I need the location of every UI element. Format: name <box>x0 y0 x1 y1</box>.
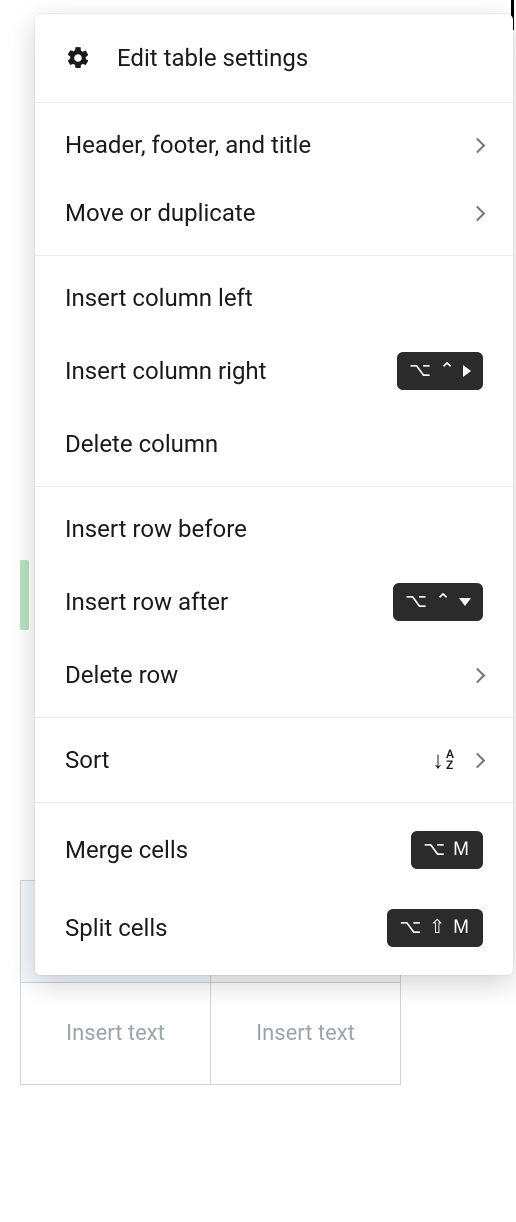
placeholder-text: Insert text <box>256 1021 355 1046</box>
menu-item-merge-cells[interactable]: Merge cells ⌥ M <box>35 811 513 889</box>
menu-item-label: Delete column <box>65 430 218 458</box>
menu-item-label: Header, footer, and title <box>65 131 311 159</box>
option-key-icon: ⌥ <box>423 838 447 861</box>
option-key-icon: ⌥ <box>405 590 429 613</box>
keyboard-shortcut: ⌥ M <box>411 831 483 869</box>
selection-strip <box>20 560 29 630</box>
control-key-icon: ⌃ <box>439 359 457 382</box>
menu-item-insert-row-before[interactable]: Insert row before <box>35 495 513 563</box>
arrow-right-icon <box>463 365 471 377</box>
menu-item-label: Insert row after <box>65 588 228 616</box>
table-cell[interactable]: Insert text <box>211 983 401 1085</box>
menu-group: Insert row before Insert row after ⌥ ⌃ D… <box>35 487 513 718</box>
menu-title: Edit table settings <box>117 44 308 72</box>
menu-item-label: Split cells <box>65 914 168 942</box>
menu-item-label: Insert column right <box>65 357 267 385</box>
menu-item-label: Merge cells <box>65 836 188 864</box>
option-key-icon: ⌥ <box>399 916 423 939</box>
menu-item-label: Move or duplicate <box>65 199 256 227</box>
menu-item-label: Sort <box>65 746 110 774</box>
chevron-right-icon <box>470 137 486 153</box>
menu-item-insert-row-after[interactable]: Insert row after ⌥ ⌃ <box>35 563 513 641</box>
table-cell[interactable]: Insert text <box>21 983 211 1085</box>
chevron-right-icon <box>470 205 486 221</box>
shortcut-letter: M <box>453 917 471 939</box>
menu-group: Sort ↓ AZ <box>35 718 513 803</box>
chevron-right-icon <box>470 752 486 768</box>
keyboard-shortcut: ⌥ ⌃ <box>397 352 483 390</box>
gear-icon <box>65 45 91 71</box>
menu-item-label: Insert column left <box>65 284 253 312</box>
menu-group: Merge cells ⌥ M Split cells ⌥ ⇧ M <box>35 803 513 975</box>
menu-title-row: Edit table settings <box>35 14 513 103</box>
menu-item-label: Insert row before <box>65 515 247 543</box>
shift-key-icon: ⇧ <box>429 916 447 939</box>
table-settings-menu: Edit table settings Header, footer, and … <box>35 14 513 975</box>
menu-item-label: Delete row <box>65 661 178 689</box>
menu-item-delete-col[interactable]: Delete column <box>35 410 513 478</box>
menu-item-move-duplicate[interactable]: Move or duplicate <box>35 179 513 247</box>
menu-group: Insert column left Insert column right ⌥… <box>35 256 513 487</box>
menu-item-split-cells[interactable]: Split cells ⌥ ⇧ M <box>35 889 513 967</box>
menu-item-header-footer-title[interactable]: Header, footer, and title <box>35 111 513 179</box>
keyboard-shortcut: ⌥ ⌃ <box>393 583 483 621</box>
shortcut-letter: M <box>453 839 471 861</box>
control-key-icon: ⌃ <box>435 590 453 613</box>
menu-item-insert-col-left[interactable]: Insert column left <box>35 264 513 332</box>
menu-group: Header, footer, and title Move or duplic… <box>35 103 513 256</box>
menu-item-delete-row[interactable]: Delete row <box>35 641 513 709</box>
sort-az-icon: ↓ AZ <box>432 748 454 772</box>
keyboard-shortcut: ⌥ ⇧ M <box>387 909 483 947</box>
chevron-right-icon <box>470 667 486 683</box>
menu-item-insert-col-right[interactable]: Insert column right ⌥ ⌃ <box>35 332 513 410</box>
option-key-icon: ⌥ <box>409 359 433 382</box>
arrow-down-icon <box>459 598 471 606</box>
menu-item-sort[interactable]: Sort ↓ AZ <box>35 726 513 794</box>
placeholder-text: Insert text <box>66 1021 165 1046</box>
